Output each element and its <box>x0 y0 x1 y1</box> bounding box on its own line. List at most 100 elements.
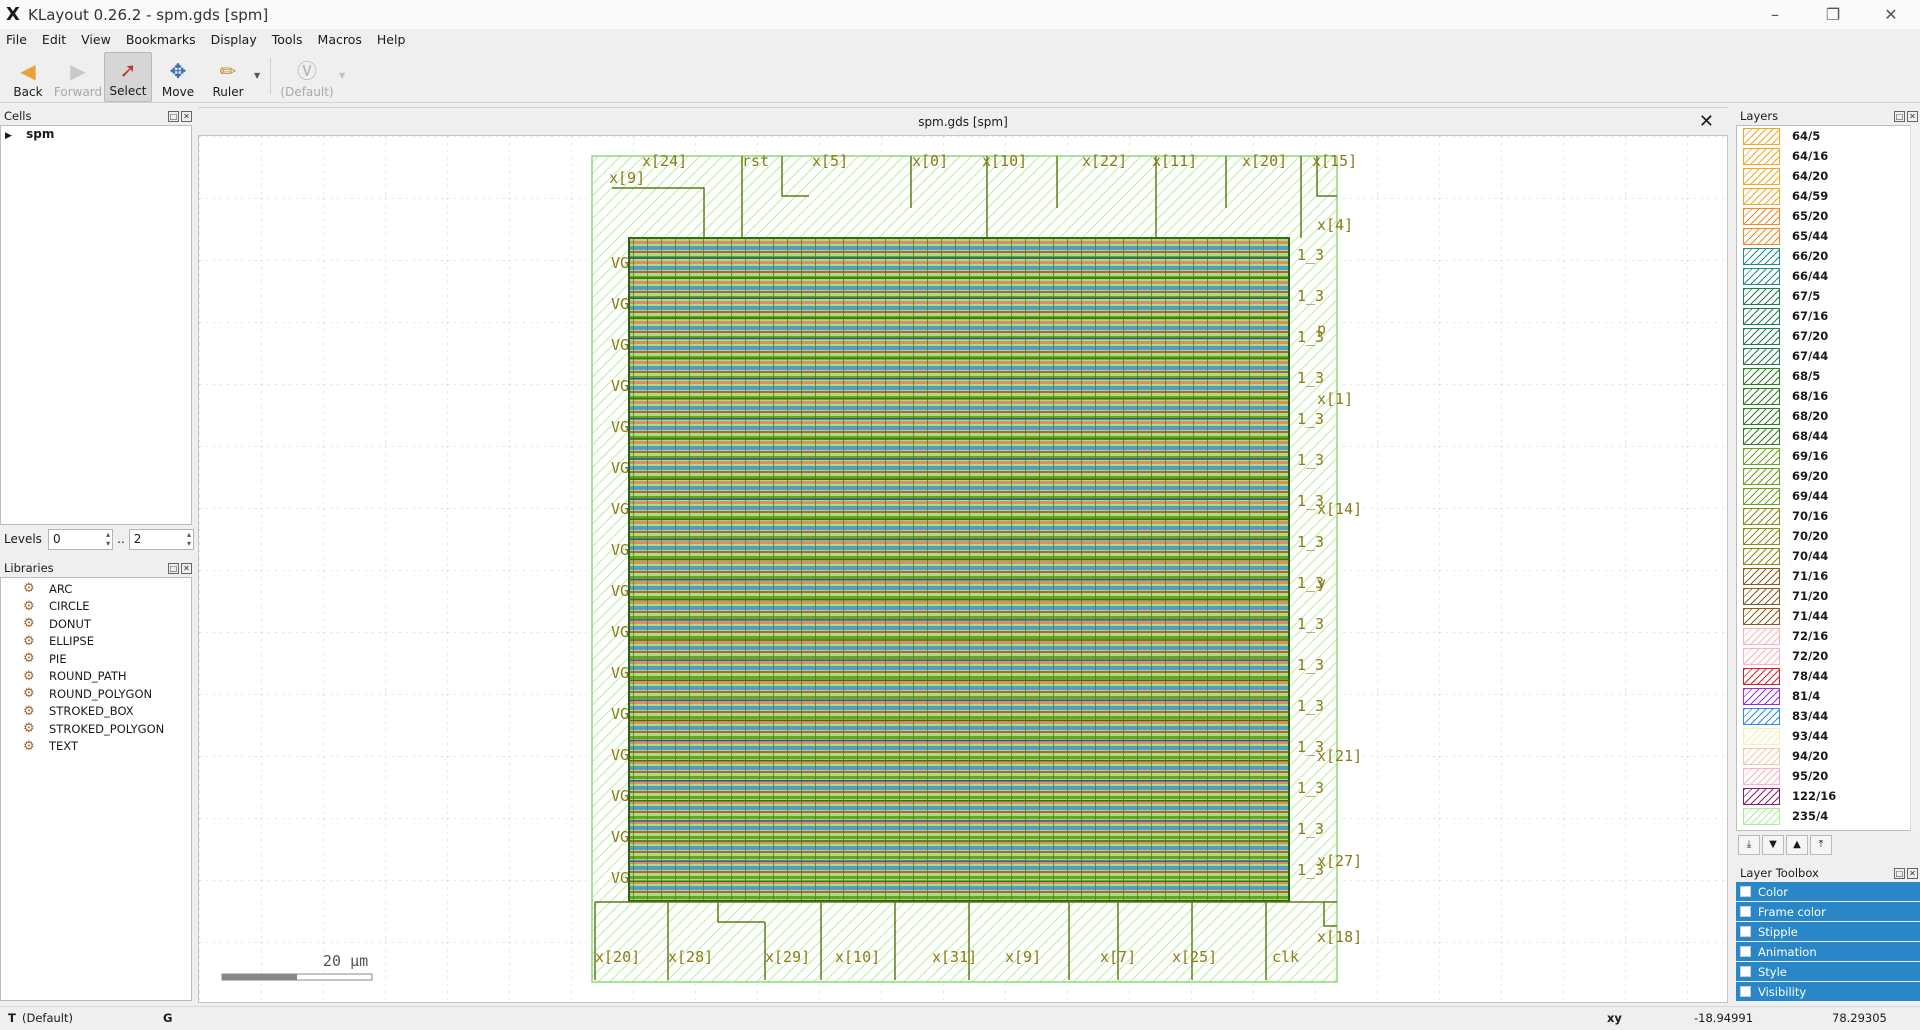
select-button[interactable]: ➚ Select <box>104 52 152 102</box>
menu-file[interactable]: File <box>6 32 27 47</box>
library-item[interactable]: ⚙ ROUND_PATH <box>1 668 191 686</box>
layer-item[interactable]: 72/16 <box>1737 626 1919 646</box>
layer-item[interactable]: 94/20 <box>1737 746 1919 766</box>
layout-drawing[interactable]: VG VG VG VG VG VG VG VG VG VG VG VG VG VG VG VG 1_3 1_3 1… <box>199 136 1727 1002</box>
layer-item[interactable]: 71/20 <box>1737 586 1919 606</box>
library-item[interactable]: ⚙ ARC <box>1 580 191 598</box>
layer-item[interactable]: 69/20 <box>1737 466 1919 486</box>
layer-item[interactable]: 81/4 <box>1737 686 1919 706</box>
library-item[interactable]: ⚙ ROUND_POLYGON <box>1 685 191 703</box>
layer-item[interactable]: 64/5 <box>1737 126 1919 146</box>
layer-item[interactable]: 68/44 <box>1737 426 1919 446</box>
ruler-dropdown-icon[interactable]: ▼ <box>254 71 264 102</box>
cell-item-spm[interactable]: ▶ spm <box>1 126 191 142</box>
layer-item[interactable]: 95/20 <box>1737 766 1919 786</box>
text-dropdown-icon[interactable]: ▼ <box>339 71 349 102</box>
text-default-button[interactable]: Ⓥ (Default) <box>277 52 337 102</box>
layer-item[interactable]: 64/59 <box>1737 186 1919 206</box>
toolbox-stipple[interactable]: Stipple <box>1736 922 1920 942</box>
checkbox[interactable] <box>1740 926 1751 937</box>
layer-item[interactable]: 67/16 <box>1737 306 1919 326</box>
library-item[interactable]: ⚙ TEXT <box>1 738 191 756</box>
close-icon[interactable]: ✕ <box>181 110 192 122</box>
layer-item[interactable]: 66/44 <box>1737 266 1919 286</box>
layer-item[interactable]: 66/20 <box>1737 246 1919 266</box>
checkbox[interactable] <box>1740 886 1751 897</box>
layer-item[interactable]: 235/4 <box>1737 806 1919 826</box>
layer-item[interactable]: 68/20 <box>1737 406 1919 426</box>
menu-tools[interactable]: Tools <box>272 32 303 47</box>
toolbox-style[interactable]: Style <box>1736 962 1920 982</box>
move-button[interactable]: ✥ Move <box>154 52 202 102</box>
ruler-button[interactable]: ✏ Ruler <box>204 52 252 102</box>
library-item[interactable]: ⚙ PIE <box>1 650 191 668</box>
level-to-spinner[interactable]: 2 <box>128 528 194 550</box>
layer-item[interactable]: 122/16 <box>1737 786 1919 806</box>
back-button[interactable]: ◀ Back <box>4 52 52 102</box>
float-icon[interactable]: □ <box>168 110 179 122</box>
layer-item[interactable]: 78/44 <box>1737 666 1919 686</box>
toolbox-visibility[interactable]: Visibility <box>1736 982 1920 1002</box>
library-item[interactable]: ⚙ STROKED_POLYGON <box>1 720 191 738</box>
layer-item[interactable]: 69/44 <box>1737 486 1919 506</box>
layer-item[interactable]: 64/16 <box>1737 146 1919 166</box>
layer-item[interactable]: 67/20 <box>1737 326 1919 346</box>
float-icon[interactable]: □ <box>1894 867 1905 879</box>
menu-display[interactable]: Display <box>211 32 257 47</box>
layer-item[interactable]: 69/16 <box>1737 446 1919 466</box>
toolbox-animation[interactable]: Animation <box>1736 942 1920 962</box>
move-up-icon[interactable]: ▲ <box>1786 835 1808 855</box>
cell-label: VG <box>611 828 629 846</box>
pin-label-top: x[20] <box>1242 152 1287 170</box>
close-icon[interactable]: ✕ <box>1907 867 1918 879</box>
layer-item[interactable]: 68/16 <box>1737 386 1919 406</box>
layer-item[interactable]: 67/44 <box>1737 346 1919 366</box>
close-icon[interactable]: ✕ <box>1907 110 1918 122</box>
minimize-icon[interactable]: – <box>1746 5 1804 24</box>
restore-icon[interactable]: ❐ <box>1804 5 1862 24</box>
layer-item[interactable]: 65/20 <box>1737 206 1919 226</box>
menu-edit[interactable]: Edit <box>42 32 66 47</box>
layer-item[interactable]: 72/20 <box>1737 646 1919 666</box>
float-icon[interactable]: □ <box>168 562 179 574</box>
close-view-icon[interactable]: ✕ <box>1699 111 1714 132</box>
layer-item[interactable]: 71/16 <box>1737 566 1919 586</box>
checkbox[interactable] <box>1740 946 1751 957</box>
layer-item[interactable]: 71/44 <box>1737 606 1919 626</box>
layer-item[interactable]: 67/5 <box>1737 286 1919 306</box>
library-item[interactable]: ⚙ CIRCLE <box>1 598 191 616</box>
menu-help[interactable]: Help <box>377 32 406 47</box>
level-from-spinner[interactable]: 0 <box>47 528 114 550</box>
checkbox[interactable] <box>1740 986 1751 997</box>
library-item[interactable]: ⚙ STROKED_BOX <box>1 703 191 721</box>
menu-bookmarks[interactable]: Bookmarks <box>126 32 196 47</box>
float-icon[interactable]: □ <box>1894 110 1905 122</box>
library-item[interactable]: ⚙ DONUT <box>1 615 191 633</box>
layer-item[interactable]: 70/20 <box>1737 526 1919 546</box>
layer-item[interactable]: 93/44 <box>1737 726 1919 746</box>
layer-item[interactable]: 68/5 <box>1737 366 1919 386</box>
library-item[interactable]: ⚙ ELLIPSE <box>1 633 191 651</box>
close-icon[interactable]: ✕ <box>1862 5 1920 24</box>
toolbox-color[interactable]: Color <box>1736 882 1920 902</box>
layer-item[interactable]: 70/16 <box>1737 506 1919 526</box>
view-tab[interactable]: spm.gds [spm] ✕ <box>198 107 1728 135</box>
move-down-icon[interactable]: ▼ <box>1762 835 1784 855</box>
toolbox-frame-color[interactable]: Frame color <box>1736 902 1920 922</box>
checkbox[interactable] <box>1740 906 1751 917</box>
expand-triangle-icon[interactable]: ▶ <box>5 131 12 141</box>
forward-button[interactable]: ▶ Forward <box>54 52 102 102</box>
close-icon[interactable]: ✕ <box>181 562 192 574</box>
menu-view[interactable]: View <box>81 32 111 47</box>
layer-item[interactable]: 83/44 <box>1737 706 1919 726</box>
layer-item[interactable]: 70/44 <box>1737 546 1919 566</box>
layer-item[interactable]: 64/20 <box>1737 166 1919 186</box>
layer-item[interactable]: 65/44 <box>1737 226 1919 246</box>
menu-macros[interactable]: Macros <box>318 32 362 47</box>
layers-scrollbar[interactable] <box>1910 125 1920 831</box>
move-to-top-icon[interactable]: ⤒ <box>1810 835 1832 855</box>
cell-label: VG <box>611 541 629 559</box>
checkbox[interactable] <box>1740 966 1751 977</box>
move-to-bottom-icon[interactable]: ⤓ <box>1738 835 1760 855</box>
layout-canvas[interactable]: VG VG VG VG VG VG VG VG VG VG VG VG VG VG VG VG 1_3 1_3 1… <box>198 135 1728 1003</box>
